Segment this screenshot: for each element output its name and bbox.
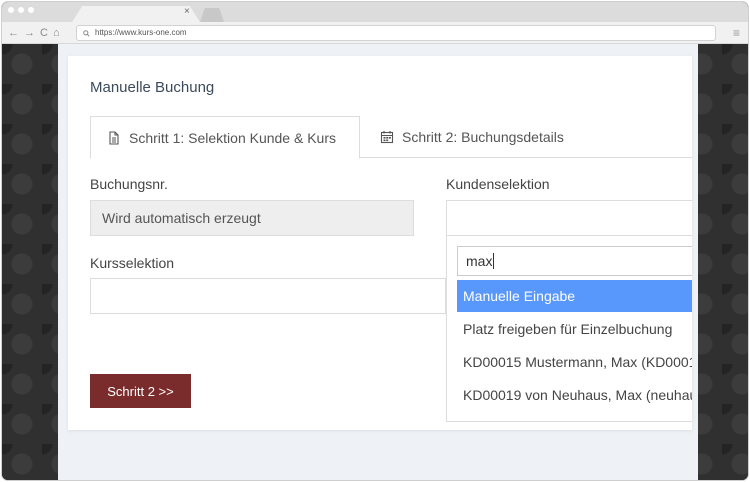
option-manual-entry[interactable]: Manuelle Eingabe <box>457 280 692 312</box>
course-select[interactable] <box>90 278 446 314</box>
new-tab-button[interactable] <box>200 8 224 22</box>
document-icon <box>109 130 119 145</box>
page-title: Manuelle Buchung <box>90 79 215 96</box>
hamburger-menu-icon[interactable]: ≡ <box>733 25 740 41</box>
main-content: Manuelle Buchung Schritt 1: Selektion Ku… <box>58 44 698 480</box>
step-tabs: Schritt 1: Selektion Kunde & Kurs Schrit… <box>90 116 692 159</box>
home-icon[interactable]: ⌂ <box>53 25 60 41</box>
close-window-dot[interactable] <box>8 7 14 13</box>
back-icon[interactable]: ← <box>8 25 19 41</box>
customer-select-label: Kundenselektion <box>446 176 550 192</box>
browser-tab[interactable] <box>72 6 200 22</box>
tab-close-icon[interactable]: × <box>184 7 190 17</box>
window-controls <box>8 7 34 13</box>
customer-select[interactable] <box>446 200 692 236</box>
customer-dropdown: max Manuelle Eingabe Platz freigeben für… <box>446 236 692 422</box>
booking-number-value: Wird automatisch erzeugt <box>102 210 261 226</box>
course-select-label: Kursselektion <box>90 255 175 271</box>
booking-number-field: Wird automatisch erzeugt <box>90 200 414 236</box>
maximize-window-dot[interactable] <box>28 7 34 13</box>
customer-search-input[interactable]: max <box>457 246 692 276</box>
booking-card: Manuelle Buchung Schritt 1: Selektion Ku… <box>68 56 692 430</box>
url-text: https://www.kurs-one.com <box>95 28 187 37</box>
browser-toolbar: ← → C ⌂ https://www.kurs-one.com ≡ <box>2 22 748 44</box>
tab-step-1-label: Schritt 1: Selektion Kunde & Kurs <box>129 129 336 146</box>
browser-window: × ← → C ⌂ https://www.kurs-one.com ≡ Man… <box>2 2 748 480</box>
customer-search-value: max <box>466 253 493 269</box>
search-icon <box>83 29 90 37</box>
browser-titlebar: × <box>2 2 748 22</box>
tab-step-2[interactable]: Schritt 2: Buchungsdetails <box>364 116 580 158</box>
text-cursor <box>493 253 495 269</box>
minimize-window-dot[interactable] <box>18 7 24 13</box>
calendar-icon <box>380 131 394 144</box>
tab-step-2-label: Schritt 2: Buchungsdetails <box>402 129 564 145</box>
next-step-button[interactable]: Schritt 2 >> <box>90 374 191 408</box>
option-customer-kd00019[interactable]: KD00019 von Neuhaus, Max (neuhaus) <box>457 379 692 411</box>
customer-options-list: Manuelle Eingabe Platz freigeben für Ein… <box>457 280 692 412</box>
booking-number-label: Buchungsnr. <box>90 176 168 192</box>
option-release-seat[interactable]: Platz freigeben für Einzelbuchung <box>457 313 692 345</box>
nav-buttons: ← → C ⌂ <box>8 25 60 41</box>
option-customer-kd00015[interactable]: KD00015 Mustermann, Max (KD00015) <box>457 346 692 378</box>
forward-icon[interactable]: → <box>24 25 35 41</box>
address-bar[interactable]: https://www.kurs-one.com <box>76 25 716 41</box>
tab-step-1[interactable]: Schritt 1: Selektion Kunde & Kurs <box>90 116 360 159</box>
reload-icon[interactable]: C <box>40 25 48 41</box>
